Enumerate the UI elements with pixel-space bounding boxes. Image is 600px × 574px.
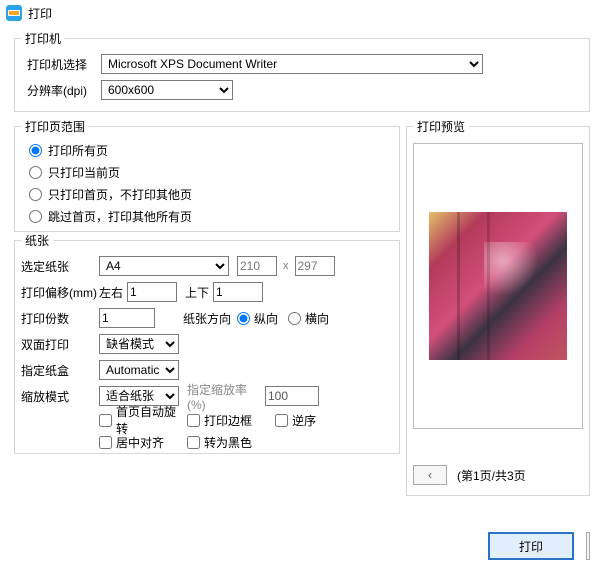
legend-preview: 打印预览 (413, 118, 469, 135)
radio-portrait-input[interactable] (237, 312, 250, 325)
check-reverse-label: 逆序 (292, 412, 316, 429)
check-print-border-input[interactable] (187, 414, 200, 427)
preview-page (413, 143, 583, 429)
label-paper-size: 选定纸张 (21, 258, 99, 275)
check-center[interactable]: 居中对齐 (99, 434, 179, 451)
label-duplex: 双面打印 (21, 336, 99, 353)
label-dpi: 分辨率(dpi) (21, 82, 101, 99)
chevron-left-icon: ‹ (428, 468, 432, 482)
radio-landscape[interactable]: 横向 (288, 310, 333, 327)
select-duplex[interactable]: 缺省模式 (99, 334, 179, 354)
check-reverse-input[interactable] (275, 414, 288, 427)
label-offset: 打印偏移(mm) (21, 284, 99, 301)
label-orientation: 纸张方向 (179, 310, 237, 327)
fieldset-paper: 纸张 选定纸张 A4 x 打印偏移(mm) 左右 (14, 232, 400, 454)
radio-portrait-label: 纵向 (250, 310, 282, 327)
radio-print-current[interactable]: 只打印当前页 (15, 161, 399, 183)
radio-skip-first[interactable]: 跳过首页，打印其他所有页 (15, 205, 399, 227)
input-paper-width (237, 256, 277, 276)
check-print-border-label: 打印边框 (204, 412, 252, 429)
print-button[interactable]: 打印 (488, 532, 574, 560)
legend-printer: 打印机 (21, 30, 65, 47)
check-to-black-input[interactable] (187, 436, 200, 449)
input-copies[interactable] (99, 308, 155, 328)
input-scale-pct (265, 386, 319, 406)
fieldset-preview: 打印预览 ‹ (第1页/共3页 (406, 118, 590, 496)
radio-skip-first-label: 跳过首页，打印其他所有页 (48, 208, 192, 225)
label-scale-mode: 缩放模式 (21, 388, 99, 405)
input-paper-height (295, 256, 335, 276)
label-tray: 指定纸盒 (21, 362, 99, 379)
check-to-black-label: 转为黑色 (204, 434, 252, 451)
fieldset-page-range: 打印页范围 打印所有页 只打印当前页 只打印首页，不打印其他页 (14, 118, 400, 232)
radio-print-all-label: 打印所有页 (48, 142, 108, 159)
check-center-label: 居中对齐 (116, 434, 164, 451)
select-paper-size[interactable]: A4 (99, 256, 229, 276)
label-offset-tb: 上下 (185, 284, 213, 301)
radio-skip-first-input[interactable] (29, 210, 42, 223)
select-printer[interactable]: Microsoft XPS Document Writer (101, 54, 483, 74)
select-tray[interactable]: Automatic (99, 360, 179, 380)
radio-print-all[interactable]: 打印所有页 (15, 139, 399, 161)
radio-print-first-only-label: 只打印首页，不打印其他页 (48, 186, 192, 203)
label-scale-pct: 指定缩放率(%) (179, 381, 265, 412)
radio-print-first-only[interactable]: 只打印首页，不打印其他页 (15, 183, 399, 205)
check-reverse[interactable]: 逆序 (275, 412, 355, 429)
fieldset-printer: 打印机 打印机选择 Microsoft XPS Document Writer … (14, 30, 590, 112)
check-print-border[interactable]: 打印边框 (187, 412, 267, 429)
preview-image (429, 212, 567, 360)
window-title: 打印 (28, 5, 52, 22)
check-to-black[interactable]: 转为黑色 (187, 434, 267, 451)
select-dpi[interactable]: 600x600 (101, 80, 233, 100)
label-offset-lr: 左右 (99, 284, 127, 301)
legend-page-range: 打印页范围 (21, 118, 89, 135)
check-auto-rotate-label: 首页自动旋转 (116, 403, 179, 437)
radio-print-current-input[interactable] (29, 166, 42, 179)
radio-landscape-input[interactable] (288, 312, 301, 325)
input-offset-lr[interactable] (127, 282, 177, 302)
page-indicator: (第1页/共3页 (457, 467, 526, 484)
radio-portrait[interactable]: 纵向 (237, 310, 282, 327)
radio-print-all-input[interactable] (29, 144, 42, 157)
check-auto-rotate-input[interactable] (99, 414, 112, 427)
prev-page-button[interactable]: ‹ (413, 465, 447, 485)
check-center-input[interactable] (99, 436, 112, 449)
radio-print-first-only-input[interactable] (29, 188, 42, 201)
app-icon (6, 5, 22, 21)
secondary-button[interactable] (586, 532, 590, 560)
radio-print-current-label: 只打印当前页 (48, 164, 120, 181)
label-printer-select: 打印机选择 (21, 56, 101, 73)
radio-landscape-label: 横向 (301, 310, 333, 327)
input-offset-tb[interactable] (213, 282, 263, 302)
label-x: x (277, 260, 295, 272)
label-copies: 打印份数 (21, 310, 99, 327)
check-auto-rotate[interactable]: 首页自动旋转 (99, 403, 179, 437)
legend-paper: 纸张 (21, 232, 53, 249)
